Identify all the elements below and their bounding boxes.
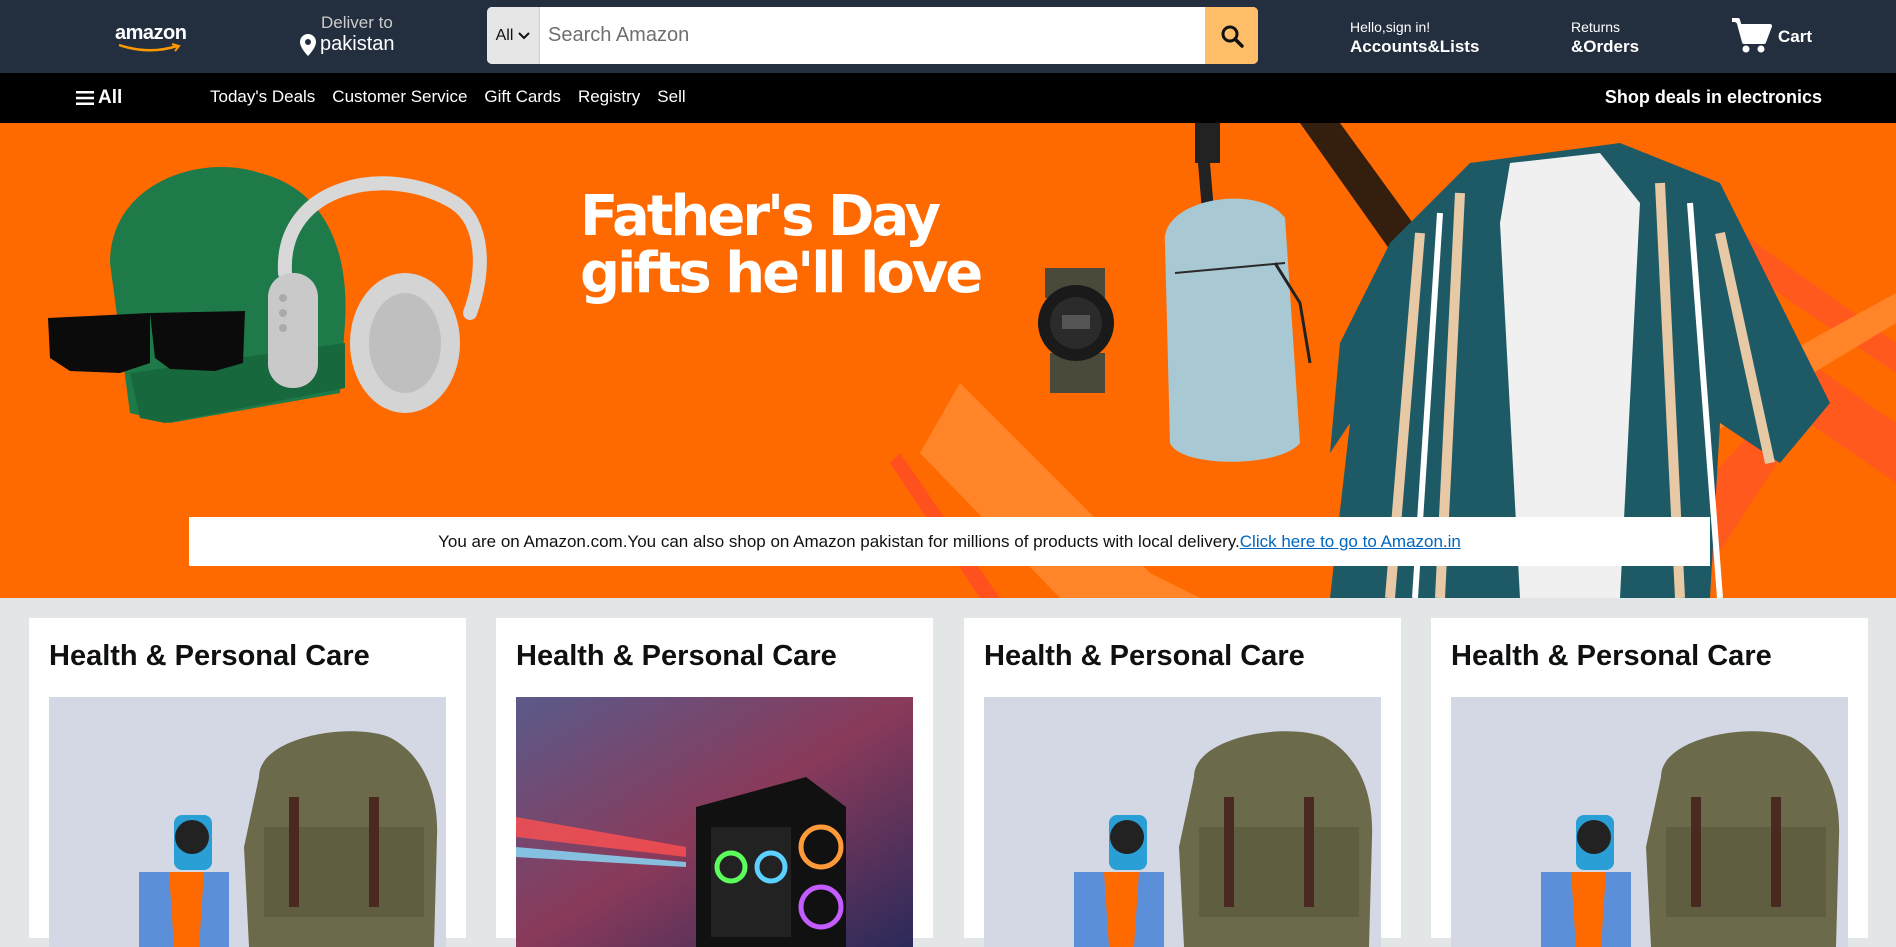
category-card-image[interactable] (1451, 697, 1848, 947)
nav-promo-link[interactable]: Shop deals in electronics (1605, 87, 1822, 108)
location-pin-icon (300, 33, 316, 56)
hero-title: Father's Day gifts he'll love (580, 184, 983, 306)
nav-links: Today's Deals Customer Service Gift Card… (210, 87, 703, 107)
hero-title-line2: gifts he'll love (580, 241, 983, 306)
nav-bar: All Today's Deals Customer Service Gift … (0, 73, 1896, 123)
backpack-watch-image (1451, 697, 1848, 947)
search-icon (1221, 25, 1244, 48)
category-card-title: Health & Personal Care (984, 640, 1305, 672)
account-greeting: Hello,sign in! (1350, 19, 1431, 35)
logo-text: amazon (115, 22, 187, 44)
nav-link-sell[interactable]: Sell (657, 87, 685, 107)
orders-label: &Orders (1571, 37, 1640, 56)
region-notice-link[interactable]: Click here to go to Amazon.in (1240, 532, 1461, 552)
cart-label: Cart (1778, 27, 1813, 46)
backpack-watch-image (984, 697, 1381, 947)
backpack-watch-image (49, 697, 446, 947)
search-button[interactable] (1205, 7, 1258, 64)
search-bar: All (487, 7, 1258, 64)
account-lists[interactable]: Hello,sign in! Accounts&Lists (1350, 19, 1479, 57)
category-card-title: Health & Personal Care (1451, 640, 1772, 672)
region-notice: You are on Amazon.com.You can also shop … (189, 517, 1710, 566)
search-category-select[interactable]: All (487, 7, 540, 64)
deliver-to[interactable]: Deliver to pakistan (300, 13, 395, 56)
category-card[interactable]: Health & Personal Care (29, 618, 466, 947)
hero-banner[interactable]: Father's Day gifts he'll love You are on… (0, 123, 1896, 598)
region-notice-text: You are on Amazon.com.You can also shop … (438, 531, 1240, 551)
category-card[interactable]: Health & Personal Care (964, 618, 1401, 947)
search-category-label: All (495, 26, 514, 44)
returns-label: Returns (1571, 19, 1621, 35)
category-card-image[interactable] (516, 697, 913, 947)
all-menu-button[interactable]: All (76, 87, 122, 109)
top-header: amazon Deliver to pakistan All Search Am… (0, 0, 1896, 73)
cart-button[interactable]: Cart (1730, 16, 1812, 54)
nav-link-todays-deals[interactable]: Today's Deals (210, 87, 315, 107)
gaming-pc-image (516, 697, 913, 947)
account-label: Accounts&Lists (1350, 37, 1480, 56)
category-card-image[interactable] (49, 697, 446, 947)
search-input[interactable] (540, 7, 1205, 64)
hero-title-line1: Father's Day (580, 184, 941, 249)
category-card-title: Health & Personal Care (516, 640, 837, 672)
nav-link-registry[interactable]: Registry (578, 87, 640, 107)
cart-icon (1732, 18, 1772, 53)
hamburger-icon (76, 91, 94, 105)
category-card-image[interactable] (984, 697, 1381, 947)
returns-orders[interactable]: Returns &Orders (1571, 19, 1639, 57)
amazon-logo[interactable]: amazon (115, 22, 190, 52)
smile-icon (118, 43, 181, 52)
deliver-location: pakistan (320, 33, 395, 55)
category-card-title: Health & Personal Care (49, 640, 370, 672)
nav-link-gift-cards[interactable]: Gift Cards (484, 87, 561, 107)
chevron-down-icon (518, 31, 531, 39)
nav-link-customer-service[interactable]: Customer Service (332, 87, 467, 107)
all-menu-label: All (98, 87, 123, 108)
category-card[interactable]: Health & Personal Care (1431, 618, 1868, 947)
category-card[interactable]: Health & Personal Care (496, 618, 933, 947)
deliver-label: Deliver to (321, 13, 393, 32)
